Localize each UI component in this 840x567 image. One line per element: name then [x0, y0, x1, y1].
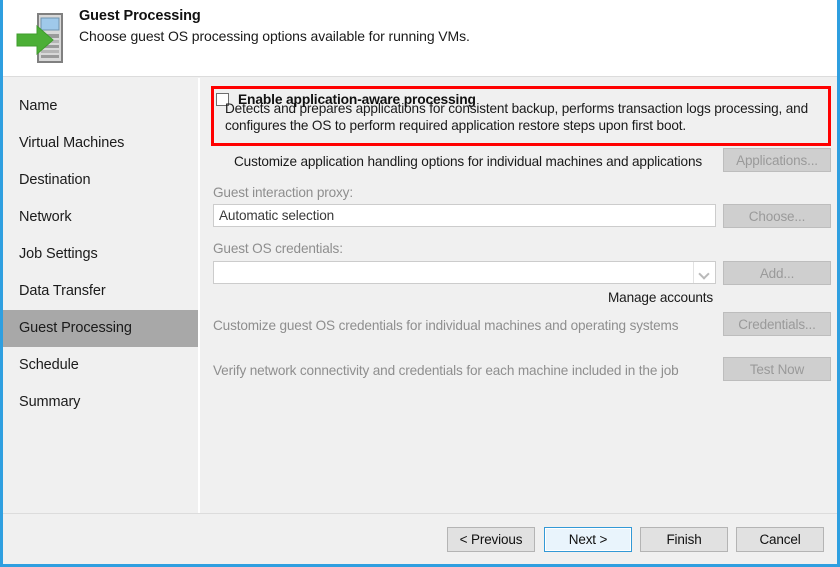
cancel-button[interactable]: Cancel	[736, 527, 824, 552]
enable-app-aware-description: Detects and prepares applications for co…	[225, 100, 815, 134]
sidebar-item-schedule[interactable]: Schedule	[3, 347, 198, 384]
guest-os-credentials-label: Guest OS credentials:	[213, 241, 343, 256]
add-credentials-button[interactable]: Add...	[723, 261, 831, 285]
app-aware-desc-line-1: Detects and prepares applications for co…	[225, 100, 815, 117]
test-now-button[interactable]: Test Now	[723, 357, 831, 381]
next-button[interactable]: Next >	[544, 527, 632, 552]
guest-interaction-proxy-label: Guest interaction proxy:	[213, 185, 353, 200]
header-text-block: Guest Processing Choose guest OS process…	[79, 8, 470, 44]
sidebar-item-data-transfer[interactable]: Data Transfer	[3, 273, 198, 310]
server-arrow-icon	[15, 8, 73, 68]
sidebar-item-summary[interactable]: Summary	[3, 384, 198, 421]
sidebar-item-guest-processing[interactable]: Guest Processing	[3, 310, 198, 347]
wizard-step-nav: Name Virtual Machines Destination Networ…	[3, 78, 200, 513]
verify-connectivity-text: Verify network connectivity and credenti…	[213, 363, 679, 378]
manage-accounts-link[interactable]: Manage accounts	[608, 290, 713, 305]
app-aware-desc-line-2: configures the OS to perform required ap…	[225, 117, 815, 134]
sidebar-item-network[interactable]: Network	[3, 199, 198, 236]
guest-interaction-proxy-input[interactable]: Automatic selection	[213, 204, 716, 227]
choose-proxy-button[interactable]: Choose...	[723, 204, 831, 228]
sidebar-item-name[interactable]: Name	[3, 88, 198, 125]
guest-os-credentials-combobox[interactable]	[213, 261, 716, 284]
applications-button[interactable]: Applications...	[723, 148, 831, 172]
previous-button[interactable]: < Previous	[447, 527, 535, 552]
wizard-dialog: Guest Processing Choose guest OS process…	[0, 0, 840, 567]
dialog-header: Guest Processing Choose guest OS process…	[3, 0, 837, 77]
dialog-footer: < Previous Next > Finish Cancel	[3, 513, 837, 564]
customize-credentials-text: Customize guest OS credentials for indiv…	[213, 318, 678, 333]
page-title: Guest Processing	[79, 8, 470, 24]
chevron-down-icon[interactable]	[693, 262, 715, 283]
sidebar-item-job-settings[interactable]: Job Settings	[3, 236, 198, 273]
finish-button[interactable]: Finish	[640, 527, 728, 552]
sidebar-item-virtual-machines[interactable]: Virtual Machines	[3, 125, 198, 162]
page-subtitle: Choose guest OS processing options avail…	[79, 28, 470, 44]
main-content: Enable application-aware processing Dete…	[202, 78, 837, 513]
sidebar-item-destination[interactable]: Destination	[3, 162, 198, 199]
customize-applications-text: Customize application handling options f…	[234, 154, 702, 169]
credentials-button[interactable]: Credentials...	[723, 312, 831, 336]
